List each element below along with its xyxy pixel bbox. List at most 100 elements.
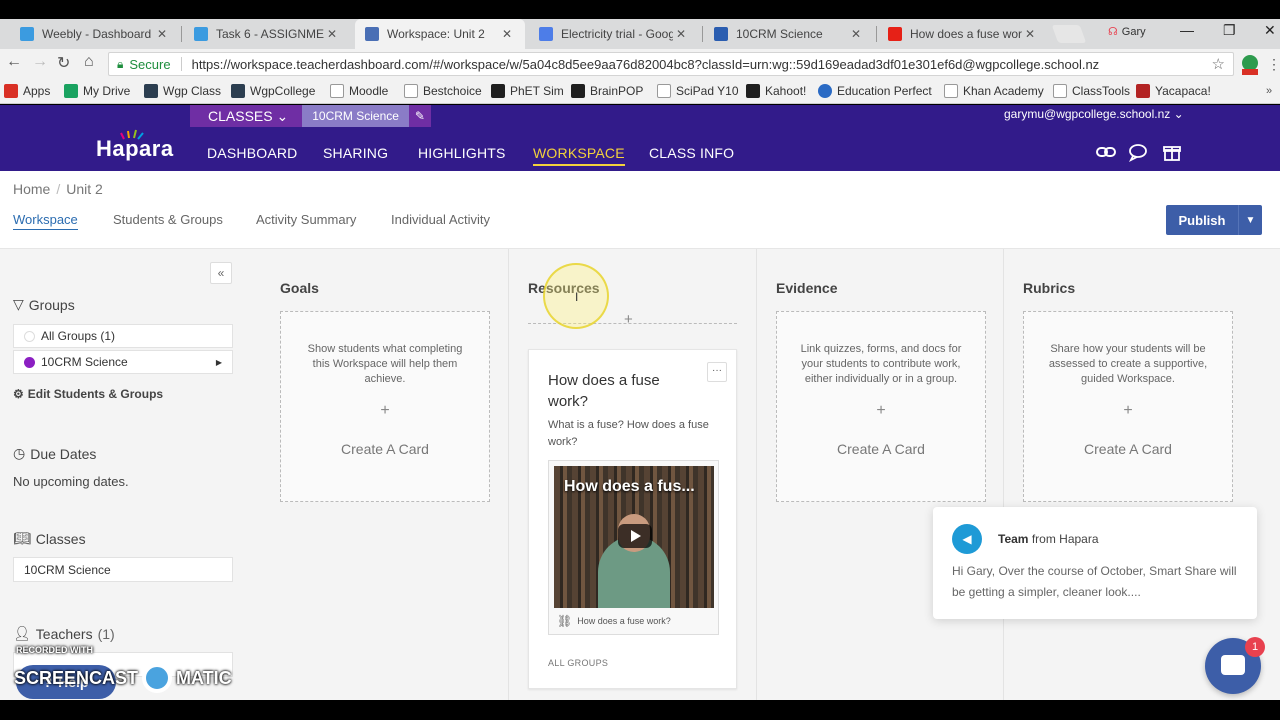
profile-chip[interactable]: ☊ Gary — [1108, 25, 1146, 39]
link-icon[interactable] — [1096, 142, 1116, 162]
close-window-icon[interactable]: ✕ — [1264, 22, 1276, 39]
goals-create-card[interactable]: Show students what completing this Works… — [280, 311, 490, 502]
tab-close-icon[interactable]: ✕ — [324, 27, 340, 41]
collapse-sidebar-button[interactable]: « — [210, 262, 232, 284]
column-title-evidence: Evidence — [776, 280, 838, 296]
groups-heading: ▽ Groups — [13, 296, 75, 313]
tab-close-icon[interactable]: ✕ — [673, 27, 689, 41]
chat-message-popup[interactable]: ◀ Team from Hapara Hi Gary, Over the cou… — [933, 507, 1257, 619]
browser-tab-electricity[interactable]: Electricity trial - Goog ✕ — [529, 19, 699, 49]
page-icon — [404, 84, 418, 98]
pencil-icon[interactable]: ✎ — [408, 105, 431, 127]
url-field[interactable]: 🔒︎ Secure https://workspace.teacherdashb… — [108, 52, 1234, 76]
bookmark-yacapaca[interactable]: Yacapaca! — [1136, 84, 1211, 98]
bookmarks-overflow-icon[interactable]: » — [1266, 85, 1272, 97]
browser-tab-workspace[interactable]: Workspace: Unit 2 ✕ — [355, 19, 525, 49]
reload-icon[interactable]: ↻ — [57, 53, 70, 73]
breadcrumb: Home / Unit 2 — [13, 181, 103, 197]
breadcrumb-home[interactable]: Home — [13, 181, 50, 197]
tab-close-icon[interactable]: ✕ — [154, 27, 170, 41]
nav-sharing[interactable]: SHARING — [323, 145, 388, 161]
nav-highlights[interactable]: HIGHLIGHTS — [418, 145, 506, 161]
evidence-create-card[interactable]: Link quizzes, forms, and docs for your s… — [776, 311, 986, 502]
gift-icon[interactable] — [1162, 142, 1182, 162]
nav-dashboard[interactable]: DASHBOARD — [207, 145, 297, 161]
plus-icon[interactable]: + — [1024, 402, 1232, 420]
browser-tab-youtube[interactable]: How does a fuse work ✕ — [878, 19, 1048, 49]
classes-dropdown[interactable]: CLASSES ⌄ — [190, 105, 303, 127]
screencast-logo-icon — [142, 663, 173, 693]
browser-tab-task6[interactable]: Task 6 - ASSIGNMENT ✕ — [184, 19, 350, 49]
bookmark-scipad[interactable]: SciPad Y10 — [657, 84, 739, 98]
create-card-label[interactable]: Create A Card — [1024, 441, 1232, 457]
link-icon: ⛓ — [557, 614, 573, 628]
menu-kebab-icon[interactable]: ⋮ — [1267, 56, 1280, 73]
lock-icon: 🔒︎ — [117, 56, 124, 71]
chat-bubble-icon[interactable] — [1128, 142, 1148, 162]
tab-workspace[interactable]: Workspace — [13, 212, 78, 230]
divider — [180, 57, 182, 71]
tab-close-icon[interactable]: ✕ — [499, 27, 515, 41]
tab-students-groups[interactable]: Students & Groups — [113, 212, 223, 227]
tab-individual-activity[interactable]: Individual Activity — [391, 212, 490, 227]
column-title-goals: Goals — [280, 280, 319, 296]
back-arrow-icon[interactable]: ← — [6, 53, 22, 71]
card-hint: Share how your students will be assessed… — [1048, 343, 1208, 385]
tab-close-icon[interactable]: ✕ — [1022, 27, 1038, 41]
video-thumbnail[interactable]: How does a fus... — [554, 466, 714, 608]
create-card-label[interactable]: Create A Card — [777, 441, 985, 457]
groups-heading-label: Groups — [28, 296, 75, 313]
rubrics-create-card[interactable]: Share how your students will be assessed… — [1023, 311, 1233, 502]
publish-button[interactable]: Publish ▼ — [1166, 205, 1262, 235]
group-item-all[interactable]: All Groups (1) — [13, 324, 233, 348]
bookmark-my-drive[interactable]: My Drive — [64, 84, 130, 98]
user-menu[interactable]: garymu@wgpcollege.school.nz ⌄ — [1004, 107, 1184, 121]
plus-icon[interactable]: + — [777, 402, 985, 420]
hapara-logo[interactable]: Hapara — [96, 136, 174, 162]
chevron-down-icon[interactable]: ▼ — [1238, 205, 1262, 235]
drive-icon — [64, 84, 78, 98]
create-card-label[interactable]: Create A Card — [281, 441, 489, 457]
page-icon — [330, 84, 344, 98]
plus-icon[interactable]: + — [624, 311, 633, 328]
video-link[interactable]: ⛓ How does a fuse work? — [557, 614, 671, 628]
tab-activity-summary[interactable]: Activity Summary — [256, 212, 356, 227]
bookmark-wgpcollege[interactable]: WgpCollege — [231, 84, 315, 98]
nav-workspace[interactable]: WORKSPACE — [533, 145, 625, 166]
group-item-10crm[interactable]: 10CRM Science ▶ — [13, 350, 233, 374]
bookmark-education-perfect[interactable]: Education Perfect — [818, 84, 932, 98]
bookmark-kahoot[interactable]: Kahoot! — [746, 84, 806, 98]
extension-icon[interactable] — [1240, 54, 1260, 76]
tab-close-icon[interactable]: ✕ — [848, 27, 864, 41]
bookmark-label: ClassTools — [1072, 84, 1131, 98]
plus-icon[interactable]: + — [281, 402, 489, 420]
bookmark-phet[interactable]: PhET Sim — [491, 84, 564, 98]
bookmark-star-icon[interactable]: ☆ — [1212, 55, 1225, 73]
home-icon[interactable]: ⌂ — [84, 53, 94, 71]
bookmark-label: BrainPOP — [590, 84, 644, 98]
bookmark-bestchoice[interactable]: Bestchoice — [404, 84, 482, 98]
minimize-icon[interactable]: — — [1180, 22, 1194, 38]
column-divider — [1003, 249, 1004, 700]
bookmark-wgp-class[interactable]: Wgp Class — [144, 84, 221, 98]
bookmark-classtools[interactable]: ClassTools — [1053, 84, 1130, 98]
edit-students-groups-link[interactable]: ⚙ Edit Students & Groups — [13, 387, 163, 401]
maximize-icon[interactable]: ❐ — [1223, 22, 1236, 39]
nav-class-info[interactable]: CLASS INFO — [649, 145, 734, 161]
bookmark-brainpop[interactable]: BrainPOP — [571, 84, 643, 98]
more-options-icon[interactable]: ··· — [707, 362, 727, 382]
bookmark-moodle[interactable]: Moodle — [330, 84, 388, 98]
resource-card[interactable]: How does a fuse work? ··· What is a fuse… — [528, 349, 737, 689]
bookmark-khan-academy[interactable]: Khan Academy — [944, 84, 1044, 98]
browser-tab-10crm[interactable]: 10CRM Science ✕ — [704, 19, 874, 49]
breadcrumb-separator: / — [56, 181, 61, 197]
class-item[interactable]: 10CRM Science — [13, 557, 233, 582]
publish-label: Publish — [1178, 212, 1226, 228]
bookmark-apps[interactable]: Apps — [4, 84, 50, 98]
browser-tab-weebly[interactable]: Weebly - Dashboard ✕ — [10, 19, 180, 49]
bookmark-label: Kahoot! — [765, 84, 807, 98]
video-embed[interactable]: How does a fus... ⛓ How does a fuse work… — [548, 460, 719, 635]
play-icon[interactable] — [618, 524, 652, 548]
bookmark-label: Bestchoice — [423, 84, 482, 98]
forward-arrow-icon[interactable]: → — [32, 53, 48, 71]
